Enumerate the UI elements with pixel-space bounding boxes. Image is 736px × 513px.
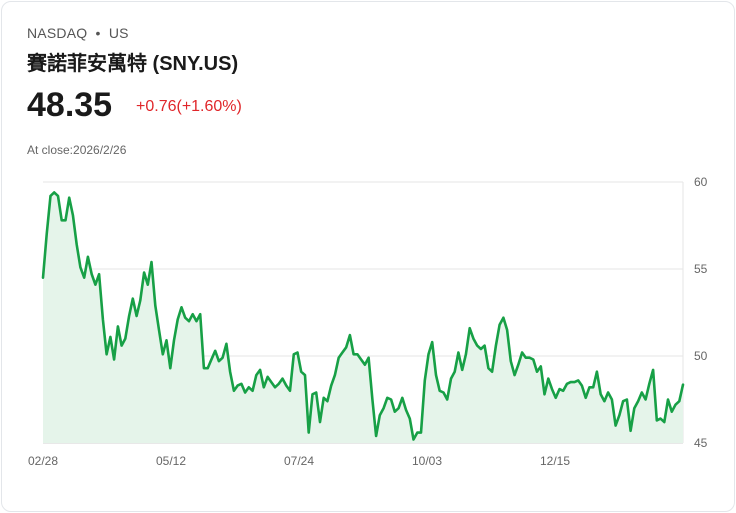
- x-tick-label: 07/24: [284, 454, 314, 468]
- x-tick-label: 12/15: [540, 454, 570, 468]
- x-tick-label: 10/03: [412, 454, 442, 468]
- y-tick-label: 55: [694, 262, 708, 276]
- price-area: [43, 192, 683, 443]
- y-tick-label: 45: [694, 436, 708, 450]
- y-tick-label: 60: [694, 175, 708, 189]
- y-tick-label: 50: [694, 349, 708, 363]
- price-chart: 60 55 50 45 02/28 05/12 07/24 10/03 12/15: [28, 175, 708, 468]
- x-tick-label: 05/12: [156, 454, 186, 468]
- x-tick-label: 02/28: [28, 454, 58, 468]
